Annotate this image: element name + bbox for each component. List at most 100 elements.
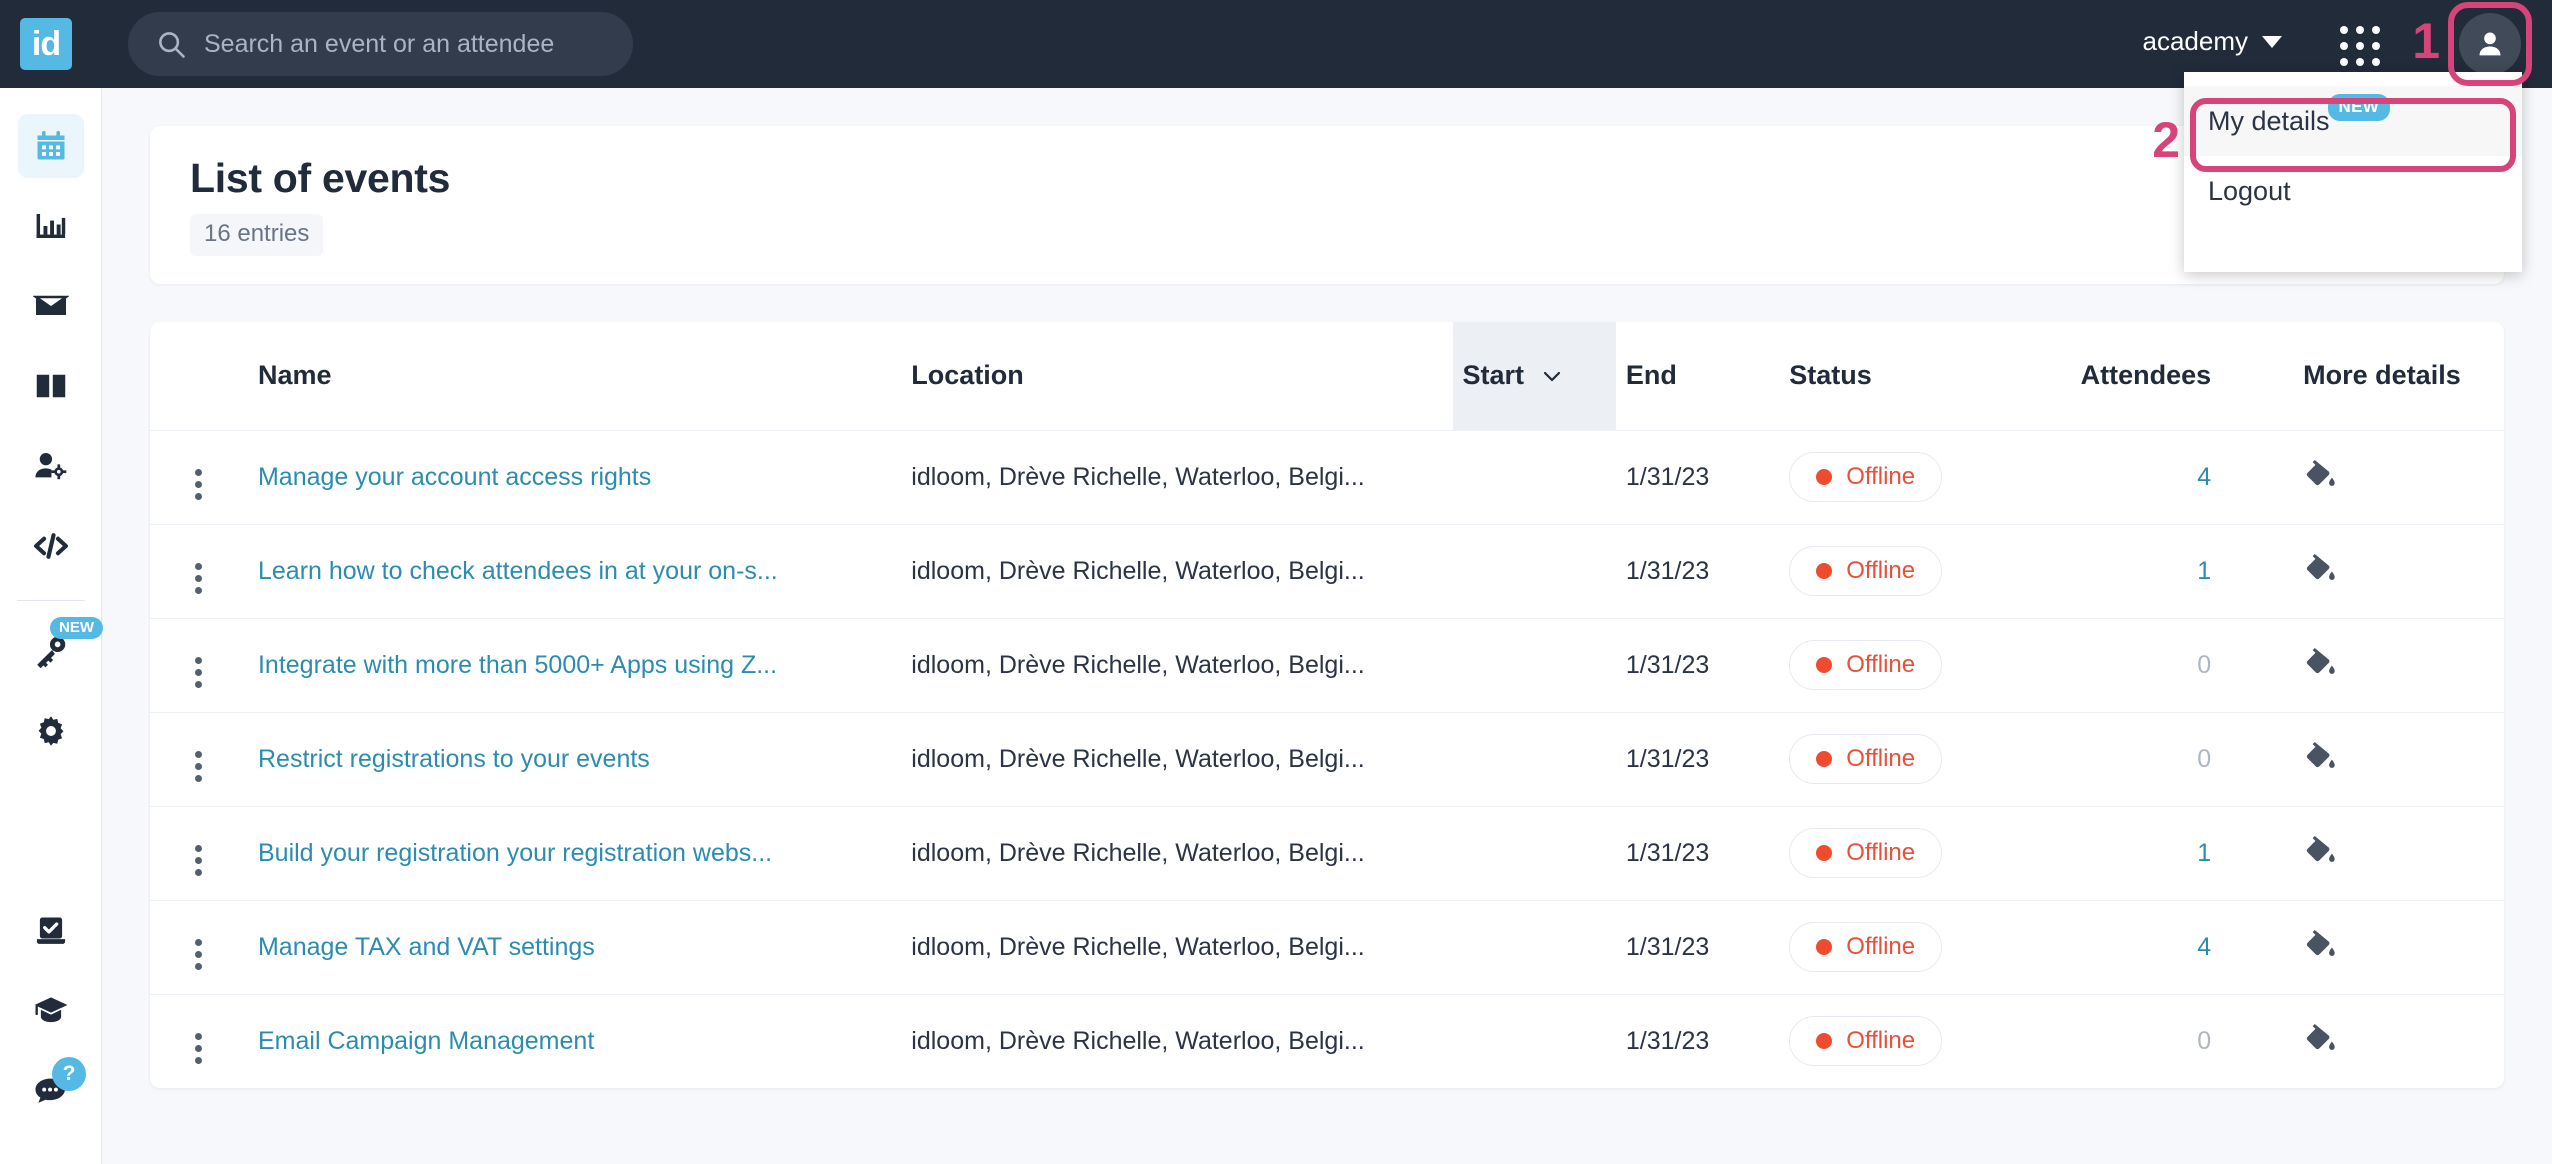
attendees-count-link[interactable]: 4 xyxy=(2197,463,2211,491)
event-name-link[interactable]: Learn how to check attendees in at your … xyxy=(258,557,778,585)
status-badge: Offline xyxy=(1789,1016,1943,1067)
table-row: Manage TAX and VAT settings idloom, Drèv… xyxy=(150,899,2504,994)
row-attendees-cell: 4 xyxy=(2034,899,2270,994)
app-logo[interactable]: id xyxy=(20,18,72,70)
sidebar-item-support[interactable]: ? xyxy=(0,1051,102,1131)
row-status-cell: Offline xyxy=(1779,523,2035,618)
sidebar-item-statistics[interactable] xyxy=(0,186,102,266)
sidebar-item-events[interactable] xyxy=(0,106,102,186)
status-badge: Offline xyxy=(1789,452,1943,502)
status-dot-icon xyxy=(1816,1033,1833,1050)
row-location-cell: idloom, Drève Richelle, Waterloo, Belgi.… xyxy=(901,711,1453,806)
attendees-count-link[interactable]: 0 xyxy=(2197,745,2211,773)
status-dot-icon xyxy=(1816,563,1833,579)
sidebar-item-academy[interactable] xyxy=(0,971,102,1051)
event-name-link[interactable]: Email Campaign Management xyxy=(258,1027,594,1055)
sidebar: NEW ? xyxy=(0,88,103,1164)
header-start-label: Start xyxy=(1462,360,1525,391)
event-name-link[interactable]: Integrate with more than 5000+ Apps usin… xyxy=(258,651,777,679)
avatar xyxy=(2459,13,2521,75)
attendees-count-link[interactable]: 1 xyxy=(2197,839,2211,867)
row-start-cell xyxy=(1452,993,1616,1088)
row-name-cell: Learn how to check attendees in at your … xyxy=(247,523,902,618)
table-header-row: Name Location Start End Status Attendees xyxy=(150,322,2504,430)
row-more-details-cell xyxy=(2269,523,2504,618)
annotation-1: 1 xyxy=(2412,13,2440,69)
header-name[interactable]: Name xyxy=(248,322,901,430)
row-actions-cell xyxy=(150,711,248,806)
row-menu-icon[interactable] xyxy=(195,469,203,500)
paint-bucket-icon xyxy=(2307,1023,2335,1050)
header-location[interactable]: Location xyxy=(901,322,1452,430)
status-badge: Offline xyxy=(1789,828,1943,878)
status-label: Offline xyxy=(1846,839,1916,866)
search-input[interactable] xyxy=(204,29,604,59)
row-end-cell: 1/31/23 xyxy=(1615,711,1780,806)
event-name-link[interactable]: Manage TAX and VAT settings xyxy=(258,933,595,961)
header-status[interactable]: Status xyxy=(1779,322,2034,430)
table-head: Name Location Start End Status Attendees xyxy=(150,322,2504,430)
user-avatar-button[interactable] xyxy=(2456,10,2524,78)
sidebar-item-library[interactable] xyxy=(0,346,102,426)
account-switcher[interactable]: academy xyxy=(2142,26,2282,57)
row-menu-icon[interactable] xyxy=(195,1033,203,1065)
status-badge: Offline xyxy=(1789,546,1943,596)
menu-item-logout[interactable]: Logout xyxy=(2184,156,2522,226)
sidebar-item-developers[interactable] xyxy=(0,506,102,586)
attendees-count-link[interactable]: 0 xyxy=(2197,651,2211,679)
sidebar-item-settings[interactable] xyxy=(0,691,102,771)
row-end-cell: 1/31/23 xyxy=(1615,429,1780,524)
row-status-cell: Offline xyxy=(1779,993,2035,1088)
header-more-details[interactable]: More details xyxy=(2269,322,2504,430)
sidebar-item-surveys[interactable] xyxy=(0,891,102,971)
status-badge: Offline xyxy=(1789,640,1943,690)
bar-chart-icon xyxy=(36,214,66,238)
calendar-icon xyxy=(37,131,65,160)
header-end[interactable]: End xyxy=(1616,322,1779,430)
table-row: Restrict registrations to your events id… xyxy=(150,711,2504,806)
row-menu-icon[interactable] xyxy=(195,563,203,594)
event-name-link[interactable]: Build your registration your registratio… xyxy=(258,839,772,867)
menu-item-label: Logout xyxy=(2208,175,2291,206)
menu-item-my-details[interactable]: My details NEW xyxy=(2184,86,2522,156)
row-status-cell: Offline xyxy=(1779,899,2035,994)
apps-grid-icon[interactable] xyxy=(2340,26,2380,66)
attendees-count-link[interactable]: 1 xyxy=(2197,557,2211,585)
row-attendees-cell: 0 xyxy=(2034,617,2270,712)
event-name-link[interactable]: Manage your account access rights xyxy=(258,463,651,491)
sidebar-item-attendees[interactable] xyxy=(0,426,102,506)
sidebar-item-emails[interactable] xyxy=(0,266,102,346)
attendees-count-link[interactable]: 4 xyxy=(2197,933,2211,961)
row-menu-icon[interactable] xyxy=(195,939,203,970)
table-row: Build your registration your registratio… xyxy=(150,805,2504,900)
attendees-count-link[interactable]: 0 xyxy=(2197,1027,2211,1055)
header-start[interactable]: Start xyxy=(1452,322,1616,430)
chevron-down-icon xyxy=(1543,371,1561,381)
row-actions-cell xyxy=(150,805,248,900)
header-attendees[interactable]: Attendees xyxy=(2034,322,2269,430)
table-row: Learn how to check attendees in at your … xyxy=(150,523,2504,618)
row-status-cell: Offline xyxy=(1779,711,2035,806)
table-body: Manage your account access rights idloom… xyxy=(150,429,2504,1088)
row-end-cell: 1/31/23 xyxy=(1615,523,1780,618)
row-more-details-cell xyxy=(2269,711,2504,806)
table-row: Integrate with more than 5000+ Apps usin… xyxy=(150,617,2504,712)
row-more-details-cell xyxy=(2269,617,2504,712)
row-menu-icon[interactable] xyxy=(195,845,203,876)
table-row: Manage your account access rights idloom… xyxy=(150,429,2504,524)
row-end-cell: 1/31/23 xyxy=(1615,899,1780,994)
status-label: Offline xyxy=(1846,1027,1916,1055)
row-menu-icon[interactable] xyxy=(195,657,203,688)
row-menu-icon[interactable] xyxy=(195,751,203,782)
search-box[interactable] xyxy=(128,12,633,76)
annotation-2: 2 xyxy=(2152,112,2180,168)
sidebar-item-api-keys[interactable]: NEW xyxy=(0,611,103,691)
row-start-cell xyxy=(1452,429,1616,524)
account-name: academy xyxy=(2142,26,2249,56)
gear-icon xyxy=(38,716,64,746)
row-actions-cell xyxy=(150,993,248,1088)
row-end-cell: 1/31/23 xyxy=(1615,993,1780,1088)
status-dot-icon xyxy=(1816,939,1833,955)
event-name-link[interactable]: Restrict registrations to your events xyxy=(258,745,650,773)
row-actions-cell xyxy=(150,429,248,524)
